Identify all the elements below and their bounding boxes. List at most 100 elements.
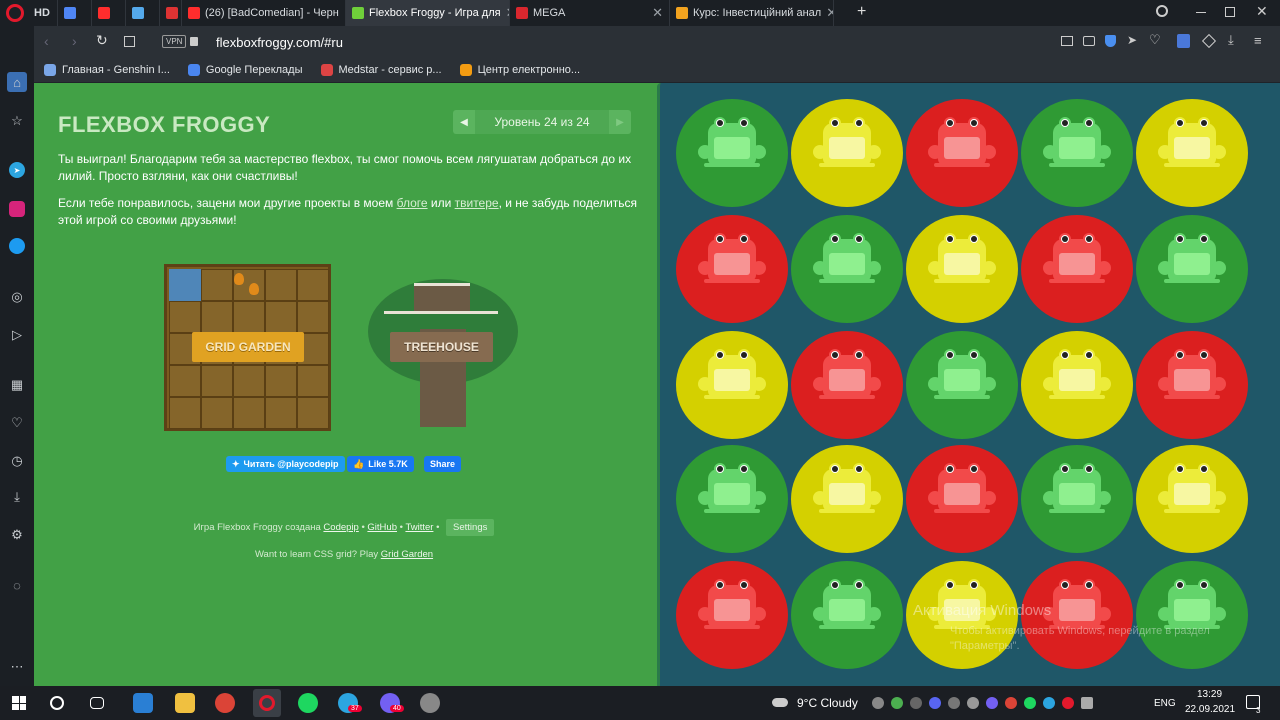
- heart-icon[interactable]: ♡: [8, 414, 26, 432]
- tab-close-icon[interactable]: ✕: [652, 5, 663, 21]
- tab[interactable]: HD: [28, 0, 58, 26]
- lilypad: [791, 331, 903, 439]
- shield-icon[interactable]: [1105, 35, 1116, 47]
- github-link[interactable]: GitHub: [367, 522, 397, 533]
- windows-start-icon[interactable]: [12, 696, 26, 710]
- tab-label: MEGA: [533, 7, 566, 19]
- telegram-icon[interactable]: ➤: [9, 162, 25, 178]
- tab[interactable]: MEGA ✕: [510, 0, 670, 26]
- twitter-follow-button[interactable]: ✦ Читать @playcodepip: [226, 456, 345, 472]
- close-window-button[interactable]: ✕: [1256, 3, 1268, 20]
- tab[interactable]: [126, 0, 160, 26]
- opera-logo-icon[interactable]: [6, 4, 24, 22]
- send-icon[interactable]: ➤: [1127, 33, 1137, 47]
- blog-link[interactable]: блоге: [397, 196, 428, 210]
- maximize-button[interactable]: [1225, 7, 1235, 17]
- tab-label: HD: [34, 7, 50, 19]
- lilypad: [791, 561, 903, 669]
- lightbulb-icon[interactable]: ◌: [8, 576, 26, 594]
- settings-icon[interactable]: ⚙: [8, 526, 26, 544]
- history-icon[interactable]: ◷: [8, 452, 26, 470]
- heart-icon[interactable]: ♡: [1149, 32, 1161, 48]
- opera-icon[interactable]: [253, 689, 281, 717]
- chrome-icon[interactable]: [215, 693, 235, 713]
- prev-level-button[interactable]: ◀: [453, 110, 475, 134]
- tab-favicon-icon: [352, 7, 364, 19]
- forward-button[interactable]: ›: [72, 33, 77, 49]
- tabs-overview-icon[interactable]: [124, 36, 135, 47]
- bookmark-item[interactable]: Главная - Genshin I...: [44, 64, 170, 76]
- search-icon[interactable]: [50, 696, 64, 710]
- vpn-badge[interactable]: VPN: [162, 35, 187, 48]
- mail-icon[interactable]: [133, 693, 153, 713]
- treehouse-promo[interactable]: TREEHOUSE: [360, 269, 525, 431]
- level-label[interactable]: Уровень 24 из 24: [475, 110, 609, 134]
- weather-label[interactable]: 9°C Cloudy: [797, 696, 858, 710]
- bookmark-item[interactable]: Google Переклады: [187, 64, 303, 76]
- garden-cell: [265, 269, 297, 301]
- twitter-link[interactable]: твитере: [455, 196, 499, 210]
- footer-text: Игра Flexbox Froggy создана: [193, 522, 324, 533]
- back-button[interactable]: ‹: [44, 33, 49, 49]
- menu-icon[interactable]: ≡: [1254, 33, 1262, 48]
- clock-date[interactable]: 22.09.2021: [1185, 704, 1235, 715]
- download-icon[interactable]: ⤓: [8, 488, 26, 506]
- reload-button[interactable]: ↻: [96, 32, 108, 49]
- grid-garden-link[interactable]: Grid Garden: [381, 549, 433, 560]
- bookmark-item[interactable]: Центр електронно...: [459, 64, 581, 76]
- search-tabs-icon[interactable]: [1156, 5, 1168, 17]
- task-view-icon[interactable]: [90, 697, 104, 709]
- projects-message: Если тебе понравилось, зацени мои другие…: [58, 195, 648, 229]
- facebook-like-button[interactable]: 👍 Like 5.7K: [347, 456, 414, 472]
- frog-icon: [1158, 459, 1226, 521]
- bookmark-label: Центр електронно...: [477, 64, 581, 76]
- tab-close-icon[interactable]: ✕: [826, 5, 833, 21]
- app-icon[interactable]: [420, 693, 440, 713]
- weather-icon[interactable]: [772, 698, 788, 707]
- garden-cell: [265, 365, 297, 397]
- snapshot-icon[interactable]: [1061, 36, 1073, 46]
- bookmark-item[interactable]: Medstar - сервис р...: [320, 64, 442, 76]
- grid-garden-promo[interactable]: GRID GARDEN: [164, 264, 331, 431]
- player-icon[interactable]: ◎: [8, 288, 26, 306]
- lilypad: [1136, 445, 1248, 553]
- treehouse-button[interactable]: TREEHOUSE: [390, 332, 493, 362]
- instagram-icon[interactable]: [9, 201, 25, 217]
- cube-icon[interactable]: [1201, 33, 1217, 49]
- url-field[interactable]: flexboxfroggy.com/#ru: [216, 35, 343, 50]
- twitter-icon[interactable]: [9, 238, 25, 254]
- twitter-footer-link[interactable]: Twitter: [405, 522, 433, 533]
- grid-garden-button[interactable]: GRID GARDEN: [192, 332, 304, 362]
- spotify-icon[interactable]: [298, 693, 318, 713]
- new-tab-button[interactable]: +: [857, 3, 866, 21]
- camera-icon[interactable]: [1083, 36, 1095, 46]
- tab[interactable]: [92, 0, 126, 26]
- frog-icon: [698, 229, 766, 291]
- address-bar: ‹ › ↻ VPN flexboxfroggy.com/#ru ➤ ♡ ⤓ ≡: [34, 26, 1280, 58]
- next-level-button[interactable]: ▶: [609, 110, 631, 134]
- tray-icons[interactable]: [872, 697, 1132, 709]
- home-icon[interactable]: ⌂: [7, 72, 27, 92]
- clock-time[interactable]: 13:29: [1197, 689, 1222, 700]
- language-indicator[interactable]: ENG: [1154, 698, 1176, 709]
- apps-icon[interactable]: ▦: [8, 376, 26, 394]
- codepip-link[interactable]: Codepip: [323, 522, 358, 533]
- tab[interactable]: (26) [BadComedian] - Черн✕: [182, 0, 346, 26]
- tab[interactable]: Курс: Інвестиційний анал ✕: [670, 0, 834, 26]
- settings-button[interactable]: Settings: [446, 519, 495, 536]
- minimize-button[interactable]: [1196, 12, 1206, 13]
- tab[interactable]: [160, 0, 182, 26]
- tab[interactable]: Flexbox Froggy - Игра для✕: [346, 0, 510, 26]
- send-icon[interactable]: ▷: [8, 326, 26, 344]
- star-icon[interactable]: ☆: [8, 112, 26, 130]
- tab[interactable]: [58, 0, 92, 26]
- level-selector[interactable]: ◀ Уровень 24 из 24 ▶: [453, 110, 631, 134]
- more-icon[interactable]: ⋯: [8, 658, 26, 676]
- tab-favicon-icon: [188, 7, 200, 19]
- explorer-icon[interactable]: [175, 693, 195, 713]
- facebook-share-button[interactable]: Share: [424, 456, 462, 472]
- tree-rail: [384, 311, 498, 314]
- lock-icon: [190, 37, 198, 46]
- download-icon[interactable]: ⤓: [1228, 32, 1234, 48]
- extension-icon[interactable]: [1177, 34, 1190, 48]
